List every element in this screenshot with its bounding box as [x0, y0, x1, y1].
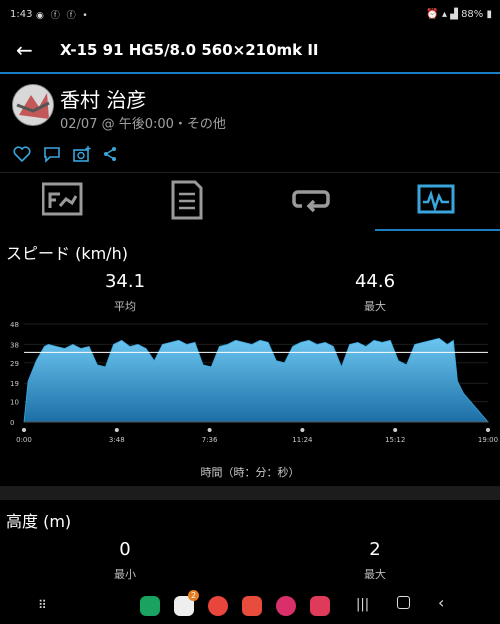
x-tick-label: 15:12: [385, 436, 405, 444]
user-name[interactable]: 香村 治彦: [60, 84, 146, 113]
y-tick-label: 10: [10, 399, 19, 407]
gallery-app-icon[interactable]: [276, 596, 296, 616]
x-tick-label: 7:36: [202, 436, 218, 444]
section-divider: [0, 486, 500, 500]
flipboard-app-icon[interactable]: [242, 596, 262, 616]
y-tick-label: 19: [10, 380, 19, 388]
activity-meta: 02/07 @ 午後0:00・その他: [60, 117, 226, 132]
speed-section-title: スピード (km/h): [6, 244, 128, 263]
x-tick-label: 3:48: [109, 436, 125, 444]
y-tick-label: 0: [10, 419, 14, 427]
x-tick-dot: [207, 428, 212, 432]
x-tick-dot: [393, 428, 398, 432]
status-bar: 1:43 ◉ ⓕ ⓕ • ⏰ ▴ ▟ 88% ▮: [0, 0, 500, 32]
y-tick-label: 29: [10, 360, 19, 368]
x-tick-dot: [300, 428, 305, 432]
accent-divider: [0, 72, 500, 74]
altitude-section-title: 高度 (m): [6, 512, 72, 531]
like-heart-icon[interactable]: [12, 144, 32, 164]
altitude-min-value: 0: [119, 539, 131, 560]
status-time: 1:43: [10, 9, 33, 20]
page-title: X-15 91 HG5/8.0 560×210mk II: [60, 41, 319, 59]
speed-chart[interactable]: 0 10 19 29 38 48 0:00 3:48 7:36 11:24 15:12 19:00: [0, 320, 500, 450]
add-photo-icon[interactable]: [72, 144, 92, 164]
y-tick-label: 48: [10, 321, 19, 329]
notification-icons: ◉ ⓕ ⓕ •: [36, 11, 90, 21]
alarm-icon: ⏰: [426, 9, 439, 20]
signal-icon: ▟: [450, 9, 458, 20]
app-bar: ← X-15 91 HG5/8.0 560×210mk II: [0, 32, 500, 72]
tab-laps[interactable]: [125, 173, 250, 229]
chart-icon: [417, 184, 455, 214]
battery-icon: ▮: [486, 9, 492, 20]
mail-badge: 2: [188, 590, 199, 601]
avatar-image: [13, 85, 53, 125]
camera-app-icon[interactable]: [310, 596, 330, 616]
document-icon: [171, 180, 203, 220]
phone-app-icon[interactable]: [140, 596, 160, 616]
x-tick-label: 19:00: [478, 436, 498, 444]
x-axis-title: 時間（時：分：秒）: [200, 466, 300, 479]
status-right: ⏰ ▴ ▟ 88% ▮: [426, 9, 492, 20]
x-tick-label: 0:00: [16, 436, 32, 444]
home-icon[interactable]: [397, 596, 410, 609]
back-arrow-icon[interactable]: ←: [16, 38, 33, 62]
tab-bar: [0, 172, 500, 231]
share-icon[interactable]: [100, 144, 120, 164]
x-tick-dot: [486, 428, 490, 432]
comment-icon[interactable]: [42, 144, 62, 164]
x-tick-dot: [22, 428, 26, 432]
chrome-app-icon[interactable]: [208, 596, 228, 616]
altitude-min-label: 最小: [114, 568, 136, 581]
recents-icon[interactable]: |||: [356, 597, 369, 612]
speed-max-value: 44.6: [354, 271, 396, 292]
back-nav-icon[interactable]: ‹: [438, 593, 444, 612]
speed-avg-label: 平均: [114, 300, 136, 313]
system-nav-bar: ⠿ 2 ||| ‹: [0, 588, 500, 624]
altitude-max-value: 2: [369, 539, 381, 560]
altitude-max-label: 最大: [364, 568, 386, 581]
tab-summary[interactable]: [0, 173, 125, 229]
app-drawer-icon[interactable]: ⠿: [38, 598, 47, 612]
tab-route[interactable]: [250, 173, 375, 229]
tab-charts[interactable]: [375, 173, 500, 231]
x-tick-label: 11:24: [292, 436, 313, 444]
speed-area-series: [23, 337, 489, 423]
speed-avg-value: 34.1: [104, 271, 146, 292]
y-tick-label: 38: [10, 341, 19, 349]
x-tick-dot: [114, 428, 119, 432]
battery-text: 88%: [461, 9, 484, 20]
summary-icon: [42, 182, 83, 216]
action-row: [0, 140, 500, 168]
speed-max-label: 最大: [364, 300, 386, 313]
wifi-icon: ▴: [441, 9, 447, 20]
avatar[interactable]: [12, 84, 54, 126]
loop-icon: [292, 190, 330, 213]
